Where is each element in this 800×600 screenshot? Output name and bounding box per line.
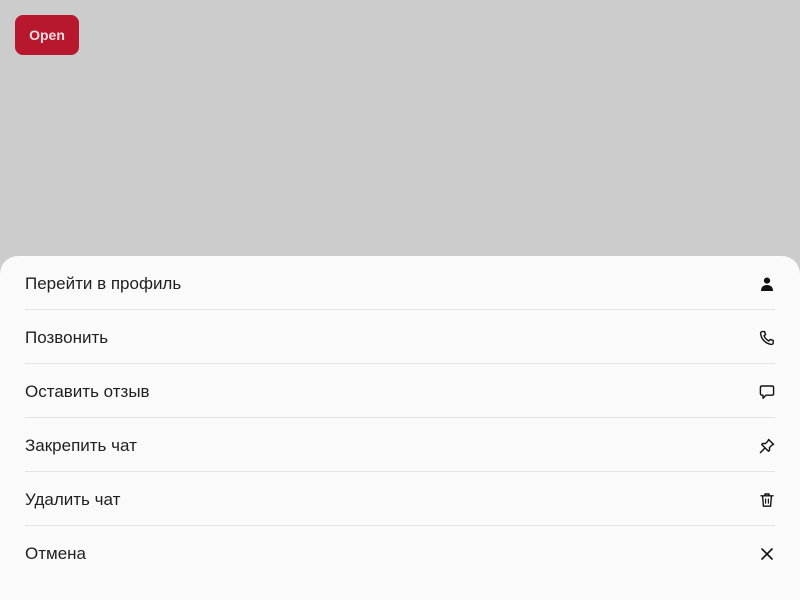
- trash-icon: [759, 492, 775, 508]
- close-icon: [759, 546, 775, 562]
- menu-item-delete[interactable]: Удалить чат: [25, 472, 775, 526]
- pin-icon: [759, 438, 775, 454]
- person-icon: [759, 276, 775, 292]
- phone-icon: [759, 330, 775, 346]
- menu-item-review[interactable]: Оставить отзыв: [25, 364, 775, 418]
- menu-item-label: Позвонить: [25, 327, 109, 347]
- menu-item-cancel[interactable]: Отмена: [25, 526, 775, 580]
- menu-item-label: Удалить чат: [25, 489, 121, 509]
- menu-item-label: Перейти в профиль: [25, 273, 182, 293]
- chat-bubble-icon: [759, 384, 775, 400]
- menu-item-call[interactable]: Позвонить: [25, 310, 775, 364]
- action-sheet: Перейти в профиль Позвонить Оставить отз…: [0, 256, 800, 600]
- menu-item-pin[interactable]: Закрепить чат: [25, 418, 775, 472]
- menu-item-label: Оставить отзыв: [25, 381, 150, 401]
- menu-item-label: Отмена: [25, 544, 86, 563]
- open-button[interactable]: Open: [15, 15, 79, 55]
- menu-item-label: Закрепить чат: [25, 435, 137, 455]
- menu-item-profile[interactable]: Перейти в профиль: [25, 256, 775, 310]
